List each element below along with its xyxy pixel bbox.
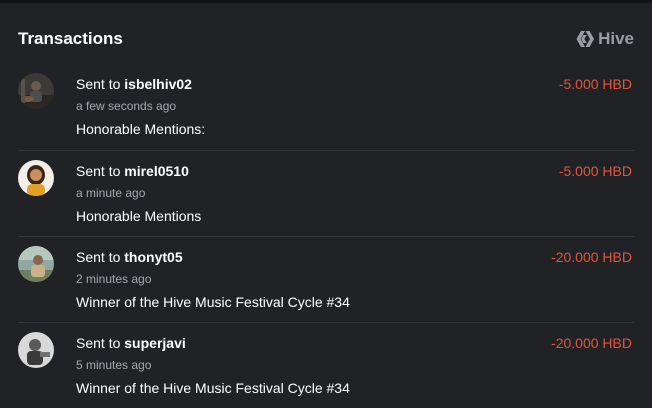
- row-divider: [18, 236, 634, 237]
- transaction-description: Sent to superjavi: [76, 334, 186, 352]
- panel-header: Transactions Hive: [18, 29, 634, 53]
- transaction-description: Sent to isbelhiv02: [76, 75, 192, 93]
- transaction-amount: -20.000 HBD: [551, 335, 632, 351]
- hive-logo-icon: [576, 31, 595, 47]
- row-divider: [18, 150, 634, 151]
- avatar[interactable]: [18, 332, 54, 368]
- transaction-time: a few seconds ago: [76, 99, 177, 113]
- hive-brand[interactable]: Hive: [576, 29, 634, 49]
- transaction-amount: -20.000 HBD: [551, 249, 632, 265]
- avatar[interactable]: [18, 160, 54, 196]
- transaction-action: Sent to: [76, 335, 121, 351]
- transaction-memo: Winner of the Hive Music Festival Cycle …: [76, 294, 350, 310]
- transaction-row[interactable]: Sent to isbelhiv02 a few seconds ago Hon…: [0, 63, 652, 149]
- panel-title: Transactions: [18, 29, 123, 48]
- transaction-memo: Honorable Mentions:: [76, 121, 206, 137]
- avatar[interactable]: [18, 246, 54, 282]
- transaction-time: a minute ago: [76, 186, 146, 200]
- transaction-time: 5 minutes ago: [76, 358, 152, 372]
- transaction-amount: -5.000 HBD: [558, 163, 632, 179]
- transaction-description: Sent to thonyt05: [76, 248, 183, 266]
- transaction-memo: Winner of the Hive Music Festival Cycle …: [76, 380, 350, 396]
- transaction-amount: -5.000 HBD: [558, 76, 632, 92]
- transaction-time: 2 minutes ago: [76, 272, 152, 286]
- recipient-link[interactable]: superjavi: [124, 335, 185, 351]
- row-divider: [18, 322, 634, 323]
- recipient-link[interactable]: thonyt05: [124, 249, 182, 265]
- transaction-row[interactable]: Sent to mirel0510 a minute ago Honorable…: [0, 150, 652, 236]
- recipient-link[interactable]: isbelhiv02: [124, 76, 192, 92]
- transaction-description: Sent to mirel0510: [76, 162, 189, 180]
- brand-label: Hive: [598, 29, 634, 48]
- recipient-link[interactable]: mirel0510: [124, 163, 189, 179]
- avatar[interactable]: [18, 73, 54, 109]
- transaction-action: Sent to: [76, 249, 121, 265]
- transaction-action: Sent to: [76, 76, 121, 92]
- transaction-action: Sent to: [76, 163, 121, 179]
- transaction-memo: Honorable Mentions: [76, 208, 202, 224]
- transaction-row[interactable]: Sent to thonyt05 2 minutes ago Winner of…: [0, 236, 652, 322]
- transactions-panel: Transactions Hive Sent to isbelhiv02 a f…: [0, 3, 652, 408]
- transaction-row[interactable]: Sent to superjavi 5 minutes ago Winner o…: [0, 322, 652, 408]
